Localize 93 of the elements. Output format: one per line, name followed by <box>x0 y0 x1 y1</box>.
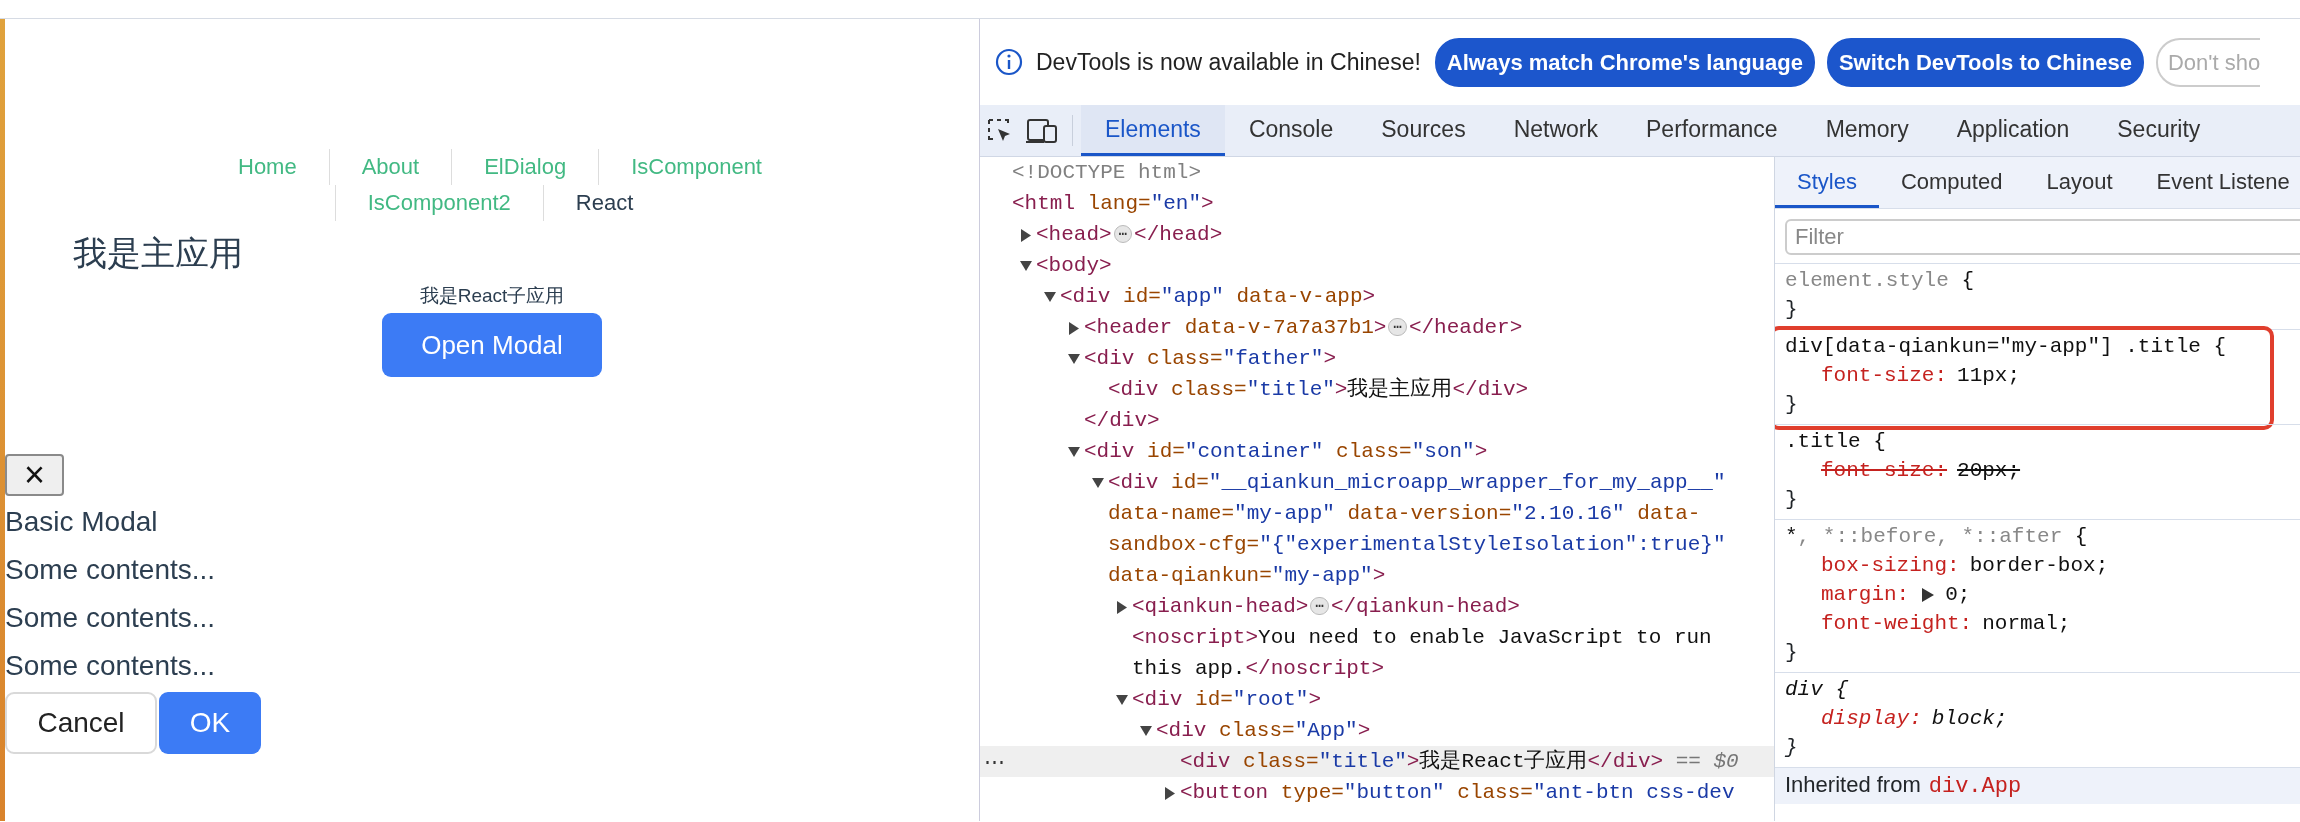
property-name: box-sizing: <box>1821 553 1960 579</box>
code-text: <head> <box>1036 223 1112 246</box>
devtools-tab[interactable]: Network <box>1489 105 1622 156</box>
expand-more-button[interactable]: ⋯ <box>1388 318 1407 337</box>
disclosure-triangle-icon[interactable] <box>1067 353 1081 366</box>
code-text: <div class="title">我是React子应用</div> == $0 <box>1180 750 1739 773</box>
notice-button[interactable]: Always match Chrome's language <box>1434 37 1815 87</box>
code-text: sandbox-cfg="{"experimentalStyleIsolation":true}" <box>1108 533 1726 556</box>
more-options-icon[interactable]: ⋯ <box>984 746 1005 777</box>
cancel-button[interactable]: Cancel <box>5 692 157 754</box>
code-text: </head> <box>1134 223 1223 246</box>
disclosure-triangle-icon[interactable] <box>1019 229 1033 242</box>
sub-app-title: 我是React子应用 <box>418 284 566 308</box>
code-text: data-name="my-app" data-version="2.10.16" data- <box>1108 502 1701 525</box>
expand-more-button[interactable]: ⋯ <box>1310 597 1329 616</box>
closing-brace: } <box>1785 487 1799 513</box>
disclosure-triangle-icon[interactable] <box>1067 322 1081 335</box>
property-value: 20px; <box>1957 458 2021 484</box>
modal-content-text: Some contents... <box>5 553 217 587</box>
disclosure-triangle-icon[interactable] <box>1115 601 1129 614</box>
property-value: 11px; <box>1957 363 2021 389</box>
styles-tab[interactable]: Styles <box>1775 157 1879 208</box>
device-icon[interactable] <box>1026 116 1058 145</box>
property-name: font-size: <box>1821 458 1948 484</box>
closing-brace: } <box>1785 297 1799 323</box>
code-text: </qiankun-head> <box>1330 595 1520 618</box>
nav-link[interactable]: React <box>542 185 666 221</box>
info-icon <box>994 47 1024 77</box>
expand-triangle-icon[interactable] <box>1921 586 1936 603</box>
devtools-tab[interactable]: Security <box>2093 105 2225 156</box>
code-text: <qiankun-head> <box>1132 595 1309 618</box>
modal-content-text: Some contents... <box>5 649 217 683</box>
css-selector: *, *::before, *::after { <box>1785 524 2089 550</box>
devtools-tab[interactable]: Application <box>1932 105 2094 156</box>
property-name: margin: <box>1821 582 1910 608</box>
styles-tab[interactable]: Event Listene <box>2134 157 2300 208</box>
notice-button[interactable]: Switch DevTools to Chinese <box>1826 37 2144 87</box>
code-text: </div> <box>1084 409 1160 432</box>
disclosure-triangle-icon[interactable] <box>1019 260 1033 273</box>
selector-link[interactable]: div.App <box>1928 774 2022 799</box>
disclosure-triangle-icon[interactable] <box>1091 477 1105 490</box>
styles-tab[interactable]: Computed <box>1878 157 2025 208</box>
filter-field[interactable]: Filter <box>1785 219 2300 255</box>
open-modal-button[interactable]: Open Modal <box>382 313 602 377</box>
property-value: normal; <box>1982 611 2071 637</box>
property-value: block; <box>1931 706 2008 732</box>
code-text: <div class="App"> <box>1156 719 1371 742</box>
modal-title: Basic Modal <box>5 505 159 539</box>
code-text: <div class="father"> <box>1084 347 1337 370</box>
code-text: <div id="app" data-v-app> <box>1060 285 1376 308</box>
modal-content-text: Some contents... <box>5 601 217 635</box>
expand-more-button[interactable]: ⋯ <box>1113 225 1133 244</box>
code-text: data-qiankun="my-app"> <box>1108 564 1386 587</box>
css-selector: element.style { <box>1785 268 1976 294</box>
code-text: <header data-v-7a7a37b1> <box>1084 316 1387 339</box>
property-value: border-box; <box>1969 553 2109 579</box>
styles-tab[interactable]: Layout <box>2024 157 2135 208</box>
disclosure-triangle-icon[interactable] <box>1115 694 1129 707</box>
code-text: <html lang="en"> <box>1012 192 1214 215</box>
notice-text: DevTools is now available in Chinese! <box>1036 47 1421 77</box>
code-text: <div id="container" class="son"> <box>1084 440 1488 463</box>
css-selector: div[data-qiankun="my-app"] .title { <box>1785 334 2228 360</box>
property-name: display: <box>1821 706 1922 732</box>
disclosure-triangle-icon[interactable] <box>1067 446 1081 459</box>
main-title: 我是主应用 <box>73 233 244 274</box>
code-text: <div class="title">我是主应用</div> <box>1108 378 1529 401</box>
ok-button[interactable]: OK <box>159 692 261 754</box>
devtools-tab[interactable]: Performance <box>1622 105 1802 156</box>
code-text: <div id="__qiankun_microapp_wrapper_for_my_app__" <box>1108 471 1726 494</box>
devtools-tab[interactable]: Console <box>1224 105 1358 156</box>
closing-brace: } <box>1785 735 1799 761</box>
css-selector: div { <box>1785 677 1850 703</box>
close-button[interactable]: × <box>5 454 64 496</box>
devtools-tab[interactable]: Sources <box>1357 105 1490 156</box>
closing-brace: } <box>1785 640 1799 666</box>
code-text: <button type="button" class="ant-btn css-dev <box>1180 781 1735 804</box>
code-text: this app.</noscript> <box>1132 657 1385 680</box>
property-name: font-weight: <box>1821 611 1973 637</box>
code-text: </header> <box>1408 316 1523 339</box>
code-text: <body> <box>1036 254 1112 277</box>
code-text: <div id="root"> <box>1132 688 1322 711</box>
property-name: font-size: <box>1821 363 1948 389</box>
code-text: <!DOCTYPE html> <box>1012 161 1202 184</box>
closing-brace: } <box>1785 392 1799 418</box>
disclosure-triangle-icon[interactable] <box>1139 725 1153 738</box>
property-value: 0; <box>1945 582 1971 608</box>
devtools-tab[interactable]: Memory <box>1801 105 1933 156</box>
css-selector: .title { <box>1785 429 1887 455</box>
disclosure-triangle-icon[interactable] <box>1043 291 1057 304</box>
disclosure-triangle-icon[interactable] <box>1163 787 1177 800</box>
devtools-tab[interactable]: Elements <box>1081 105 1225 156</box>
code-text: <noscript>You need to enable JavaScript to run <box>1132 626 1712 649</box>
inherited-label: Inherited from <box>1785 772 1921 797</box>
